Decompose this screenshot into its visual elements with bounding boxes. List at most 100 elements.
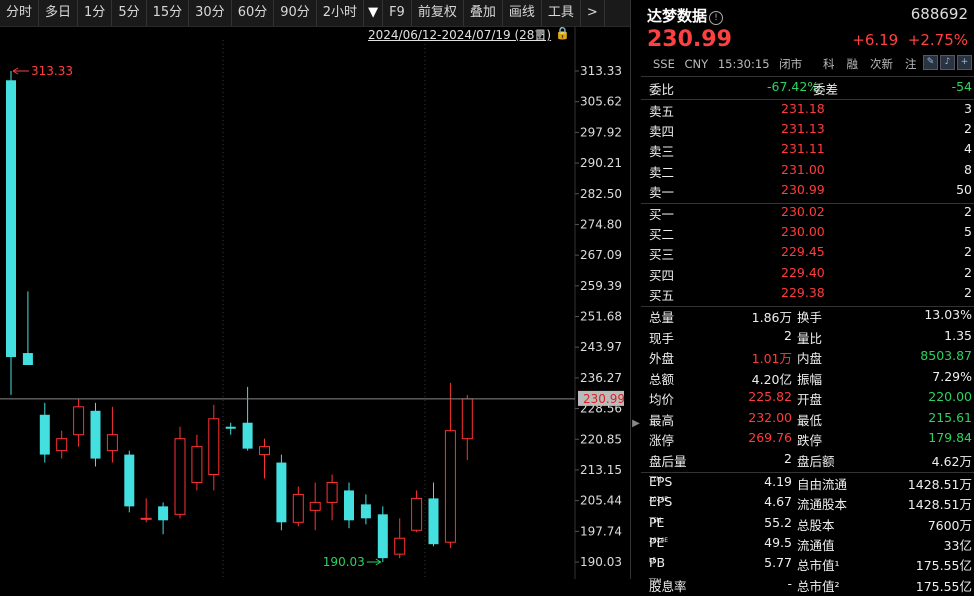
toolbar-btn-11[interactable]: 前复权 (412, 0, 464, 26)
toolbar-btn-12[interactable]: 叠加 (464, 0, 503, 26)
chart-toolbar: 分时 多日 1分 5分 15分 30分 60分 90分 2小时 ▼ F9 前复权 叠加 画线 工具 > (0, 0, 630, 27)
candle-body[interactable] (56, 438, 68, 452)
candle-body[interactable] (444, 430, 456, 543)
candle-body[interactable] (124, 454, 135, 507)
order-book-row[interactable]: 买五 229.38 2 (647, 285, 972, 305)
candle-body[interactable] (225, 426, 236, 429)
change-percent: +2.75% (907, 31, 968, 49)
candle-body[interactable] (208, 418, 220, 476)
candle-body[interactable] (394, 537, 406, 555)
stat-label: 换手 (797, 310, 823, 325)
candle-body[interactable] (292, 493, 304, 523)
level-label: 卖五 (649, 104, 675, 119)
toolbar-btn-1[interactable]: 多日 (39, 0, 79, 26)
candle-body[interactable] (39, 414, 50, 455)
candle-body[interactable] (428, 498, 439, 545)
candle-body[interactable] (360, 504, 371, 519)
y-tick-label: 274.80 (580, 217, 622, 231)
order-book-row[interactable]: 买二 230.00 5 (647, 224, 972, 244)
date-range-selector[interactable]: 2024/06/12-2024/07/19 (28日) (368, 26, 551, 43)
stat-value: 2 (784, 327, 792, 343)
last-price: 230.99 (647, 27, 732, 52)
order-book-row[interactable]: 买一 230.02 2 (647, 204, 972, 224)
candle-body[interactable] (191, 446, 203, 483)
order-book-row[interactable]: 卖一 230.99 50 (647, 182, 972, 202)
toolbar-btn-7[interactable]: 90分 (274, 0, 317, 26)
toolbar-btn-14[interactable]: 工具 (542, 0, 581, 26)
candle-body[interactable] (158, 506, 169, 521)
change-value: +6.19 (852, 31, 899, 49)
stat-row: 涨停 269.76 跌停 179.84 (647, 430, 972, 450)
toolbar-btn-5[interactable]: 30分 (189, 0, 232, 26)
toolbar-btn-0[interactable]: 分时 (0, 0, 40, 26)
stat-label: 内盘 (797, 351, 823, 366)
order-book-row[interactable]: 卖五 231.18 3 (647, 101, 972, 121)
candle-body[interactable] (411, 497, 423, 531)
candle-body[interactable] (461, 398, 473, 440)
candle-body[interactable] (309, 501, 321, 511)
level-price: 229.45 (781, 244, 825, 260)
more-periods-dropdown-icon[interactable]: ▼ (364, 0, 384, 26)
add-icon[interactable]: + (957, 55, 972, 70)
candle-body[interactable] (377, 514, 388, 559)
toolbar-btn-3[interactable]: 5分 (112, 0, 147, 26)
info-icon[interactable]: ! (709, 11, 724, 25)
toolbar-btn-8[interactable]: 2小时 (317, 0, 365, 26)
fund-label: 流通股本 (797, 497, 848, 513)
edit-icon[interactable]: ✎ (923, 55, 938, 70)
level-label: 卖四 (649, 124, 675, 140)
stat-label: 涨停 (649, 433, 675, 448)
fund-value: - (787, 575, 792, 591)
candle-body[interactable] (6, 80, 16, 358)
level-volume: 2 (964, 284, 972, 300)
quote-tools: ✎ ♪ + (923, 55, 972, 70)
candlestick-chart[interactable]: 313.33 305.62 297.92 290.21 282.50 274.80 267.… (0, 27, 630, 579)
toolbar-btn-10[interactable]: F9 (383, 0, 412, 26)
stat-label: 外盘 (649, 351, 675, 366)
stat-row: 盘后量 2 盘后额 4.62万 (647, 451, 972, 471)
current-price-tag: 230.99 (583, 392, 625, 406)
candle-body[interactable] (344, 490, 354, 521)
candle-body[interactable] (276, 462, 287, 523)
fund-value: 1428.51万 (907, 477, 972, 492)
quote-meta: SSE CNY 15:30:15 闭市 (653, 56, 808, 72)
order-book-row[interactable]: 卖二 231.00 8 (647, 162, 972, 182)
order-book-row[interactable]: 卖三 231.11 4 (647, 141, 972, 161)
toolbar-btn-6[interactable]: 60分 (232, 0, 275, 26)
order-book-row[interactable]: 买三 229.45 2 (647, 244, 972, 264)
weibi-row: 委比 -67.42% 委差 -54 (647, 79, 972, 99)
fundamental-row: PE 2024E 49.5 流通值 33亿 (647, 535, 972, 555)
candle-body[interactable] (140, 517, 152, 520)
candle-body[interactable] (22, 353, 33, 366)
candle-body[interactable] (90, 410, 101, 459)
weibi-value: -67.42% (767, 79, 820, 94)
candle-body[interactable] (73, 406, 85, 436)
price-change: +6.19 +2.75% (852, 31, 968, 49)
range-dropdown-icon[interactable]: ▼ (535, 27, 544, 41)
toolbar-btn-13[interactable]: 画线 (503, 0, 542, 26)
fund-value: 49.5 (764, 534, 792, 550)
candle-body[interactable] (174, 438, 186, 515)
candle-body[interactable] (106, 434, 118, 452)
y-tick-label: 267.09 (580, 248, 622, 262)
fund-label: EPS TTM (649, 474, 673, 489)
candle-body[interactable] (259, 446, 270, 456)
y-tick-label: 213.15 (580, 463, 622, 477)
fundamental-row: PB LF 5.77 总市值¹ 175.55亿 (647, 555, 972, 575)
toolbar-btn-4[interactable]: 15分 (147, 0, 190, 26)
stat-label: 振幅 (797, 371, 823, 387)
candle-body[interactable] (326, 481, 338, 503)
level-price: 231.13 (781, 121, 825, 137)
y-tick-label: 259.39 (580, 279, 622, 293)
toolbar-btn-2[interactable]: 1分 (78, 0, 113, 26)
order-book-row[interactable]: 买四 229.40 2 (647, 265, 972, 285)
toolbar-more-icon[interactable]: > (581, 0, 605, 26)
level-label: 卖二 (649, 164, 675, 180)
stock-name[interactable]: 达梦数据! (647, 5, 724, 26)
tag-3: 注 (905, 57, 917, 71)
bell-icon[interactable]: ♪ (940, 55, 955, 70)
stat-value: 4.62万 (931, 453, 972, 469)
lock-icon[interactable]: 🔒 (555, 26, 570, 40)
order-book-row[interactable]: 卖四 231.13 2 (647, 121, 972, 141)
candle-body[interactable] (242, 422, 253, 449)
